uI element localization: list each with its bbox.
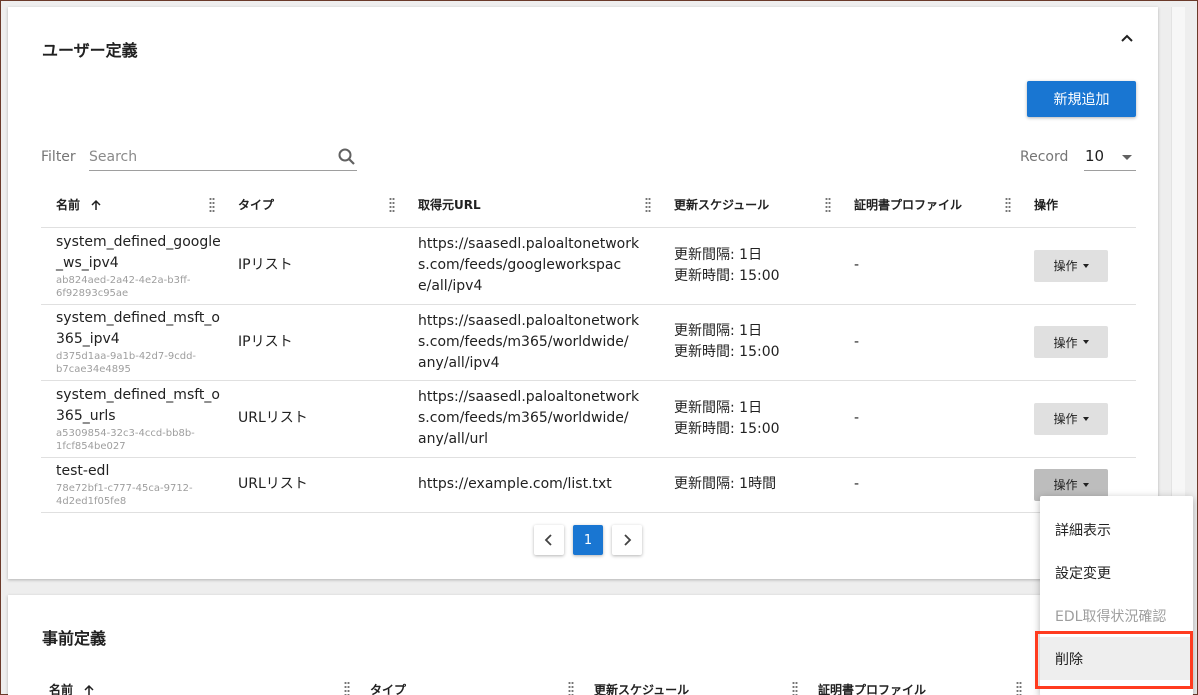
column-header-name[interactable]: 名前 [41,183,223,228]
cell-type: URLリスト [223,380,403,458]
menu-item-edit-settings[interactable]: 設定変更 [1040,551,1193,594]
column-header-schedule: 更新スケジュール [659,183,839,228]
next-page-button[interactable] [612,525,642,555]
cell-actions: 操作 [1019,380,1136,458]
cell-url: https://saasedl.paloaltonetwork s.com/fe… [403,304,659,381]
cell-name: system_defined_msft_o 365_urls a5309854-… [41,380,223,458]
column-resize-handle[interactable] [1016,681,1022,695]
section-title-user-defined: ユーザー定義 [42,41,138,60]
caret-down-icon [1082,482,1089,487]
filter-label: Filter [41,149,76,165]
cell-url: https://saasedl.paloaltonetwork s.com/fe… [403,227,659,305]
table-row: system_defined_google _ws_ipv4 ab824aed-… [41,227,1136,305]
row-actions-button[interactable]: 操作 [1034,326,1108,358]
table-header-row: 名前 タイプ 取得元URL 更新スケジュール 証明書プロファイル 操作 [41,183,1136,228]
collapse-button[interactable] [1116,27,1138,49]
cell-cert: - [839,457,1019,513]
pagination: 1 [534,525,642,555]
search-input[interactable] [89,145,329,169]
column-header-name[interactable]: 名前 [49,681,95,695]
cell-type: IPリスト [223,304,403,381]
record-count-select[interactable]: 10 [1084,143,1136,171]
cell-schedule: 更新間隔: 1時間 [659,457,839,513]
user-defined-table: 名前 タイプ 取得元URL 更新スケジュール 証明書プロファイル 操作 syst… [41,183,1136,513]
search-field [89,145,357,171]
table-row: system_defined_msft_o 365_urls a5309854-… [41,380,1136,458]
cell-cert: - [839,304,1019,381]
cell-name: system_defined_msft_o 365_ipv4 d375d1aa-… [41,304,223,381]
cell-type: IPリスト [223,227,403,305]
column-header-actions: 操作 [1019,183,1136,228]
annotation-highlight-box [1035,631,1193,689]
cell-name: test-edl 78e72bf1-c777-45ca-9712- 4d2ed1… [41,457,223,513]
caret-down-icon [1082,416,1089,421]
cell-schedule: 更新間隔: 1日 更新時間: 15:00 [659,227,839,305]
column-header-type: タイプ [370,683,407,695]
column-resize-handle[interactable] [568,681,574,695]
column-resize-handle[interactable] [389,197,395,213]
cell-cert: - [839,380,1019,458]
column-resize-handle[interactable] [792,681,798,695]
sort-ascending-icon[interactable] [83,684,95,695]
prev-page-button[interactable] [534,525,564,555]
cell-type: URLリスト [223,457,403,513]
column-header-type: タイプ [223,183,403,228]
cell-url: https://example.com/list.txt [403,457,659,513]
section-title-predefined: 事前定義 [42,629,107,648]
add-new-button[interactable]: 新規追加 [1027,81,1136,117]
column-header-cert-profile: 証明書プロファイル [818,683,927,695]
search-icon[interactable] [337,147,357,167]
chevron-right-icon [624,534,632,546]
chevron-up-icon [1121,34,1133,42]
cell-schedule: 更新間隔: 1日 更新時間: 15:00 [659,380,839,458]
column-header-cert-profile: 証明書プロファイル [839,183,1019,228]
caret-down-icon [1082,263,1089,268]
table-row: test-edl 78e72bf1-c777-45ca-9712- 4d2ed1… [41,457,1136,513]
caret-down-icon [1082,340,1089,344]
cell-cert: - [839,227,1019,305]
column-header-schedule: 更新スケジュール [594,683,690,695]
row-actions-button[interactable]: 操作 [1034,249,1108,282]
column-resize-handle[interactable] [209,197,215,213]
predefined-table-header: 名前 タイプ 更新スケジュール 証明書プロファイル [34,675,1129,695]
column-header-source-url: 取得元URL [403,183,659,228]
dropdown-caret-icon [1122,155,1132,160]
record-label: Record [1020,149,1069,165]
menu-item-details[interactable]: 詳細表示 [1040,508,1193,551]
cell-name: system_defined_google _ws_ipv4 ab824aed-… [41,227,223,305]
row-actions-button[interactable]: 操作 [1034,402,1108,435]
table-row: system_defined_msft_o 365_ipv4 d375d1aa-… [41,304,1136,381]
record-count-value: 10 [1085,147,1105,165]
cell-schedule: 更新間隔: 1日 更新時間: 15:00 [659,304,839,381]
user-defined-card: ユーザー定義 新規追加 Filter Record 10 名前 タイプ 取得元U… [8,7,1158,579]
cell-url: https://saasedl.paloaltonetwork s.com/fe… [403,380,659,458]
cell-actions: 操作 [1019,227,1136,305]
column-resize-handle[interactable] [825,197,831,213]
sort-ascending-icon[interactable] [90,199,102,211]
chevron-left-icon [544,534,552,546]
column-resize-handle[interactable] [645,197,651,213]
column-resize-handle[interactable] [1005,197,1011,213]
cell-actions: 操作 [1019,304,1136,381]
page-button-current[interactable]: 1 [573,525,603,555]
column-resize-handle[interactable] [344,681,350,695]
